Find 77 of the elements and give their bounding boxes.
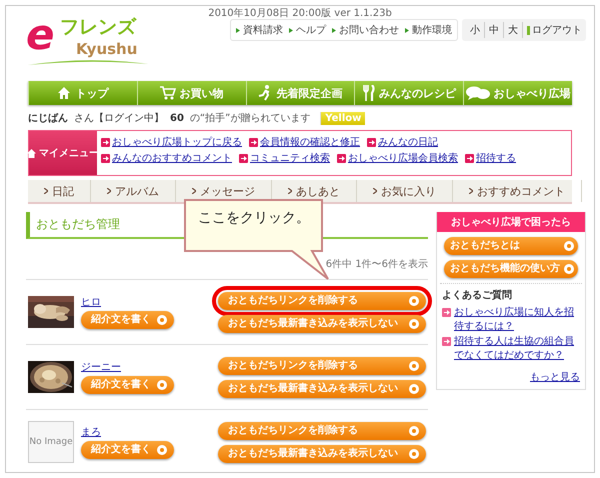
circle-icon bbox=[409, 448, 419, 458]
bullet-icon bbox=[332, 28, 336, 32]
arrow-square-icon bbox=[367, 138, 376, 146]
font-size-button[interactable]: 中 bbox=[485, 22, 504, 38]
sub-tab[interactable]: お気に入り bbox=[357, 180, 453, 202]
circle-icon bbox=[409, 360, 419, 370]
sub-tab[interactable]: アルバム bbox=[91, 180, 176, 202]
arrow-square-icon bbox=[239, 154, 248, 162]
speech-bubbles-icon bbox=[466, 86, 490, 100]
arrow-square-icon bbox=[101, 154, 110, 162]
friend-name-link[interactable]: ヒロ bbox=[81, 295, 101, 309]
logo-subtext: Kyushu bbox=[76, 42, 138, 57]
friend-name-link[interactable]: まろ bbox=[81, 425, 101, 439]
arrow-square-icon bbox=[337, 154, 346, 162]
circle-icon bbox=[157, 445, 167, 455]
callout-text: ここをクリック。 bbox=[198, 209, 310, 227]
result-count: 6件中 1件〜6件を表示 bbox=[326, 259, 428, 270]
circle-icon bbox=[409, 426, 419, 436]
circle-icon bbox=[564, 264, 574, 274]
chevron-icon bbox=[373, 188, 377, 194]
chevron-icon bbox=[44, 188, 48, 194]
circle-icon bbox=[409, 318, 419, 328]
logo-letter: e bbox=[26, 14, 54, 56]
logout-link[interactable]: ログアウト bbox=[527, 23, 582, 37]
logo-text: フレンズ bbox=[60, 18, 136, 37]
sub-tab[interactable]: おすすめコメント bbox=[453, 180, 582, 202]
circle-icon bbox=[157, 380, 167, 390]
bar-icon bbox=[527, 26, 530, 34]
menu-link[interactable]: おしゃべり広場会員検索 bbox=[348, 151, 458, 165]
more-link[interactable]: もっと見る bbox=[530, 372, 580, 383]
menu-link[interactable]: みんなの日記 bbox=[378, 135, 438, 149]
menu-link[interactable]: おしゃべり広場トップに戻る bbox=[112, 135, 242, 149]
house-icon bbox=[27, 148, 36, 158]
chevron-icon bbox=[469, 188, 473, 194]
arrow-square-icon bbox=[465, 154, 474, 162]
circle-icon bbox=[409, 296, 419, 306]
chevron-icon bbox=[107, 188, 111, 194]
arrow-square-icon bbox=[101, 138, 110, 146]
login-status: さん【ログイン中】 bbox=[74, 112, 164, 125]
bullet-icon bbox=[289, 28, 293, 32]
arrow-square-icon bbox=[442, 308, 451, 317]
section-title: おともだち管理 bbox=[36, 216, 120, 233]
arrow-square-icon bbox=[442, 337, 451, 346]
user-name: にじばん bbox=[28, 112, 68, 125]
utility-link[interactable]: 資料請求 bbox=[236, 23, 283, 37]
applause-text: の“拍手”が贈られています bbox=[190, 112, 310, 125]
arrow-square-icon bbox=[249, 138, 258, 146]
faq-link[interactable]: おしゃべり広場に知人を招待するには？ bbox=[454, 306, 580, 333]
circle-icon bbox=[564, 241, 574, 251]
no-image-text: No Image bbox=[29, 437, 73, 447]
bullet-icon bbox=[236, 28, 240, 32]
utility-link[interactable]: お問い合わせ bbox=[332, 23, 399, 37]
menu-link[interactable]: 会員情報の確認と修正 bbox=[260, 135, 360, 149]
menu-link[interactable]: 招待する bbox=[476, 151, 516, 165]
swoosh-icon bbox=[28, 58, 148, 66]
utility-link[interactable]: 動作環境 bbox=[405, 23, 452, 37]
sidebar-header: おしゃべり広場で困ったら bbox=[437, 212, 585, 232]
font-size-button[interactable]: 小 bbox=[466, 22, 485, 38]
circle-icon bbox=[157, 315, 167, 325]
applause-count: 60 bbox=[170, 112, 184, 124]
menu-link[interactable]: みんなのおすすめコメント bbox=[112, 151, 232, 165]
bullet-icon bbox=[405, 28, 409, 32]
utensils-icon bbox=[362, 85, 375, 101]
house-icon bbox=[57, 86, 72, 100]
chevron-icon bbox=[192, 188, 196, 194]
sub-tab[interactable]: 日記 bbox=[28, 180, 91, 202]
friend-name-link[interactable]: ジーニー bbox=[81, 360, 121, 374]
circle-icon bbox=[409, 384, 419, 394]
cart-icon bbox=[160, 86, 176, 100]
chevron-icon bbox=[288, 188, 292, 194]
faq-title: よくあるご質問 bbox=[442, 288, 513, 302]
menu-link[interactable]: コミュニティ検索 bbox=[250, 151, 330, 165]
faq-link[interactable]: 招待する人は生協の組合員でなくてはだめですか？ bbox=[454, 335, 580, 362]
date-text: 2010年10月08日 20:00版 ver 1.1.23b bbox=[208, 7, 392, 20]
rank-badge: Yellow bbox=[320, 112, 366, 124]
font-size-button[interactable]: 大 bbox=[504, 22, 523, 38]
utility-link[interactable]: ヘルプ bbox=[289, 23, 326, 37]
